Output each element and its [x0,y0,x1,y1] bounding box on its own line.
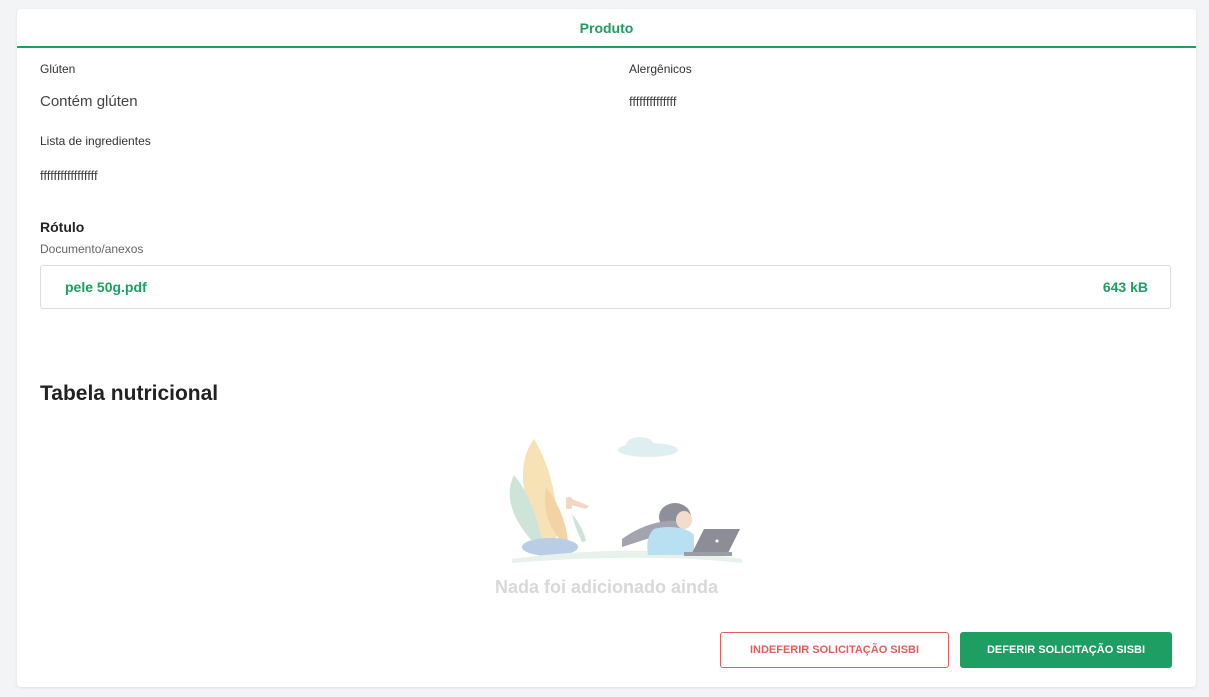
attachment-name-link[interactable]: pele 50g.pdf [65,279,147,295]
section-header: Produto [17,9,1196,48]
nutrition-table-title: Tabela nutricional [40,382,219,405]
approve-request-button[interactable]: DEFERIR SOLICITAÇÃO SISBI [960,632,1172,668]
label-section-subtitle: Documento/anexos [40,242,144,256]
empty-state-illustration [509,437,742,563]
attachment-size: 643 kB [1102,279,1148,295]
label-section-title: Rótulo [40,219,85,235]
gluten-value: Contém glúten [40,93,138,110]
product-card: Produto Glúten Contém glúten Alergênicos… [17,9,1196,687]
empty-state-message: Nada foi adicionado ainda [494,577,719,597]
allergens-value: ffffffffffffff [629,94,677,109]
attachment-item[interactable]: pele 50g.pdf 643 kB [40,265,1171,309]
section-header-title: Produto [579,19,634,36]
ingredients-label: Lista de ingredientes [40,134,151,148]
ingredients-value: fffffffffffffffff [40,168,98,183]
reject-request-button[interactable]: INDEFERIR SOLICITAÇÃO SISBI [720,632,949,668]
gluten-label: Glúten [40,62,76,76]
allergens-label: Alergênicos [629,62,692,76]
